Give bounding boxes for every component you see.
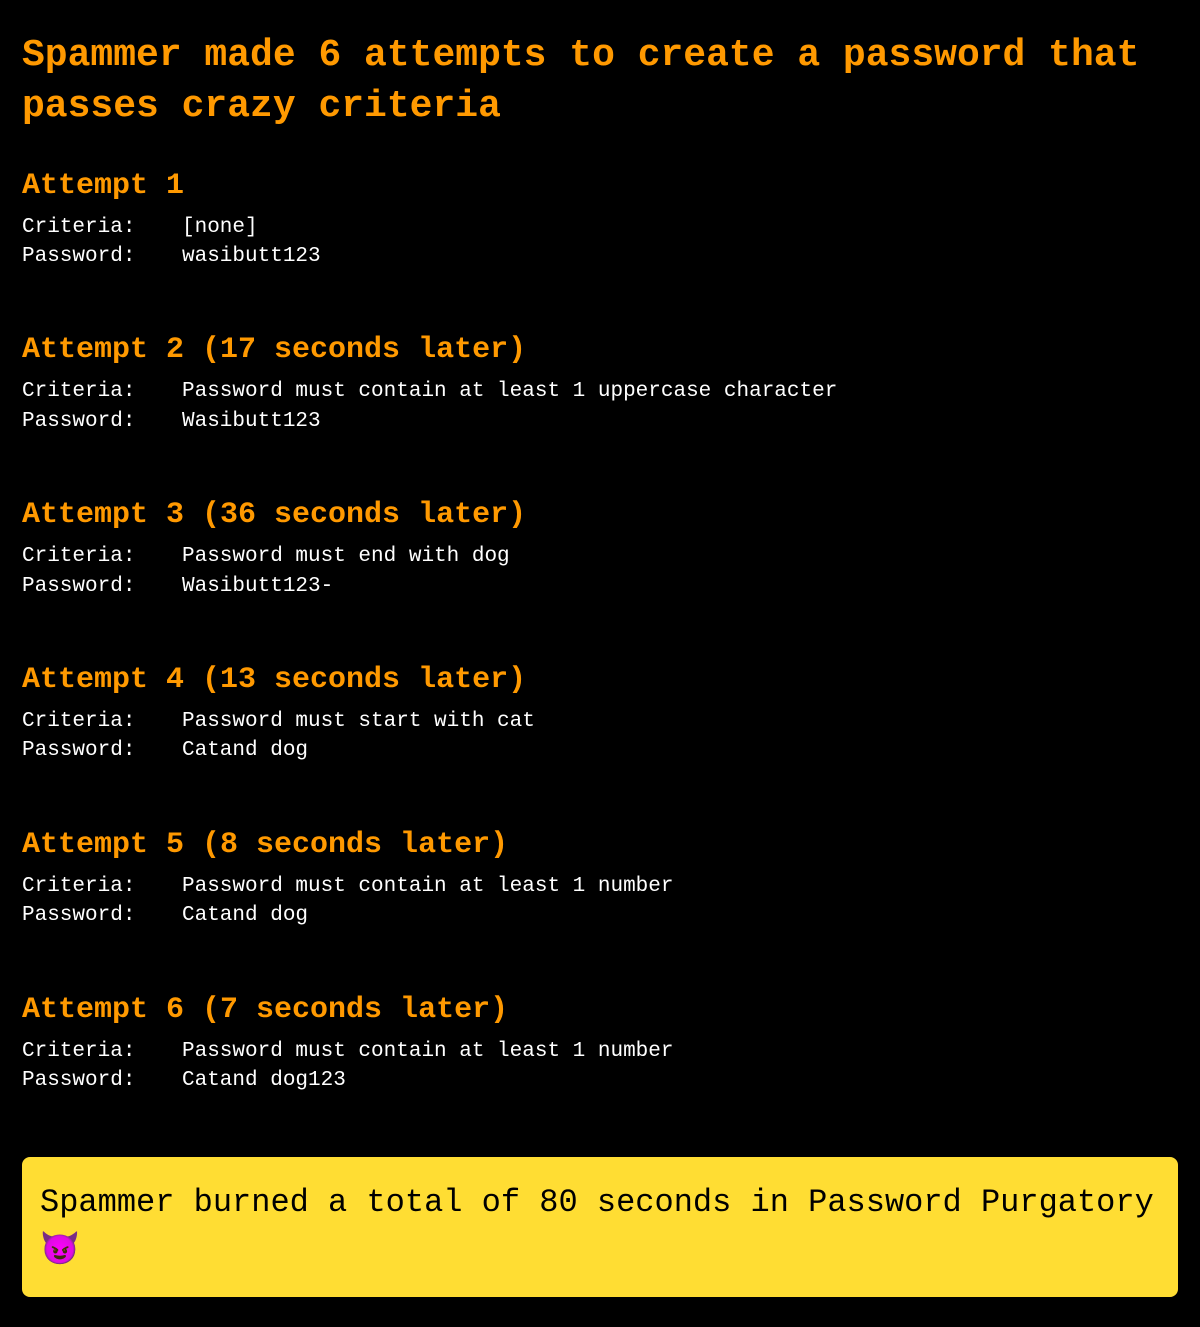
criteria-value: [none] bbox=[182, 213, 1178, 242]
criteria-row: Criteria:Password must contain at least … bbox=[22, 1037, 1178, 1066]
password-row: Password:Catand dog bbox=[22, 901, 1178, 930]
criteria-row: Criteria:Password must contain at least … bbox=[22, 377, 1178, 406]
criteria-value: Password must contain at least 1 upperca… bbox=[182, 377, 1178, 406]
criteria-label: Criteria: bbox=[22, 872, 182, 901]
criteria-label: Criteria: bbox=[22, 542, 182, 571]
criteria-value: Password must start with cat bbox=[182, 707, 1178, 736]
password-value: wasibutt123 bbox=[182, 242, 1178, 271]
password-row: Password:Wasibutt123 bbox=[22, 407, 1178, 436]
password-row: Password:Wasibutt123- bbox=[22, 572, 1178, 601]
password-row: Password:Catand dog123 bbox=[22, 1066, 1178, 1095]
attempt-title: Attempt 2 (17 seconds later) bbox=[22, 333, 1178, 367]
password-label: Password: bbox=[22, 736, 182, 765]
password-row: Password:Catand dog bbox=[22, 736, 1178, 765]
attempt-title: Attempt 5 (8 seconds later) bbox=[22, 828, 1178, 862]
criteria-row: Criteria:[none] bbox=[22, 213, 1178, 242]
attempt-title: Attempt 3 (36 seconds later) bbox=[22, 498, 1178, 532]
attempt-block: Attempt 1 Criteria:[none]Password:wasibut… bbox=[22, 169, 1178, 272]
criteria-label: Criteria: bbox=[22, 213, 182, 242]
password-value: Wasibutt123- bbox=[182, 572, 1178, 601]
attempt-block: Attempt 6 (7 seconds later) Criteria:Pass… bbox=[22, 993, 1178, 1096]
password-value: Catand dog123 bbox=[182, 1066, 1178, 1095]
attempt-block: Attempt 2 (17 seconds later) Criteria:Pas… bbox=[22, 333, 1178, 436]
criteria-row: Criteria:Password must contain at least … bbox=[22, 872, 1178, 901]
criteria-label: Criteria: bbox=[22, 707, 182, 736]
attempt-title: Attempt 1 bbox=[22, 169, 1178, 203]
password-value: Wasibutt123 bbox=[182, 407, 1178, 436]
criteria-row: Criteria:Password must end with dog bbox=[22, 542, 1178, 571]
criteria-label: Criteria: bbox=[22, 1037, 182, 1066]
attempt-block: Attempt 4 (13 seconds later) Criteria:Pas… bbox=[22, 663, 1178, 766]
password-label: Password: bbox=[22, 242, 182, 271]
criteria-label: Criteria: bbox=[22, 377, 182, 406]
password-row: Password:wasibutt123 bbox=[22, 242, 1178, 271]
page-title: Spammer made 6 attempts to create a pass… bbox=[22, 30, 1178, 133]
password-label: Password: bbox=[22, 407, 182, 436]
password-value: Catand dog bbox=[182, 736, 1178, 765]
criteria-value: Password must contain at least 1 number bbox=[182, 872, 1178, 901]
criteria-value: Password must end with dog bbox=[182, 542, 1178, 571]
password-label: Password: bbox=[22, 1066, 182, 1095]
attempts-container: Attempt 1Criteria:[none]Password:wasibut… bbox=[22, 169, 1178, 1096]
attempt-block: Attempt 3 (36 seconds later) Criteria:Pas… bbox=[22, 498, 1178, 601]
password-label: Password: bbox=[22, 901, 182, 930]
attempt-block: Attempt 5 (8 seconds later) Criteria:Pass… bbox=[22, 828, 1178, 931]
password-label: Password: bbox=[22, 572, 182, 601]
attempt-title: Attempt 4 (13 seconds later) bbox=[22, 663, 1178, 697]
password-value: Catand dog bbox=[182, 901, 1178, 930]
criteria-value: Password must contain at least 1 number bbox=[182, 1037, 1178, 1066]
attempt-title: Attempt 6 (7 seconds later) bbox=[22, 993, 1178, 1027]
summary-box: Spammer burned a total of 80 seconds in … bbox=[22, 1157, 1178, 1297]
criteria-row: Criteria:Password must start with cat bbox=[22, 707, 1178, 736]
